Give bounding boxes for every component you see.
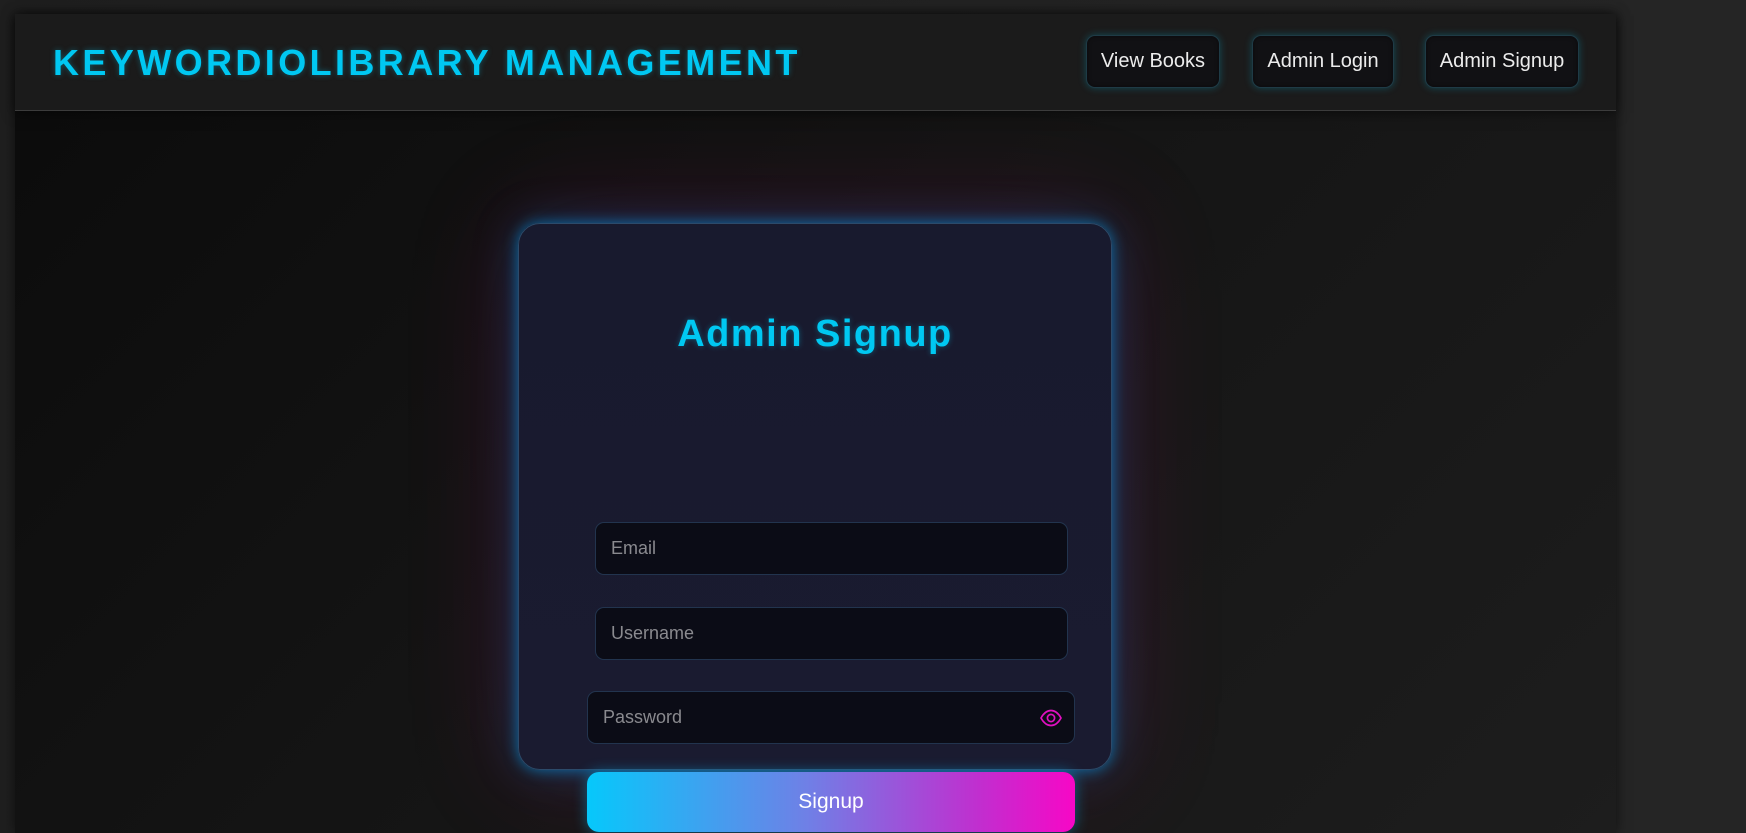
signup-title: Admin Signup: [677, 313, 953, 355]
username-input[interactable]: [595, 607, 1068, 660]
app-window: KEYWORDIOLIBRARY MANAGEMENT View Books A…: [15, 14, 1616, 833]
email-input[interactable]: [595, 522, 1068, 575]
page-margin: [1616, 0, 1746, 833]
site-brand-title: KEYWORDIOLIBRARY MANAGEMENT: [53, 42, 801, 83]
admin-signup-button[interactable]: Admin Signup: [1425, 35, 1579, 88]
admin-login-button[interactable]: Admin Login: [1252, 35, 1394, 88]
browser-viewport: KEYWORDIOLIBRARY MANAGEMENT View Books A…: [0, 0, 1746, 833]
signup-submit-button[interactable]: Signup: [587, 772, 1075, 832]
top-nav-bar: KEYWORDIOLIBRARY MANAGEMENT View Books A…: [15, 14, 1616, 111]
password-input[interactable]: [587, 691, 1075, 744]
eye-icon[interactable]: [1039, 706, 1063, 730]
view-books-button[interactable]: View Books: [1086, 35, 1220, 88]
signup-card: Admin Signup Signup: [518, 223, 1112, 832]
password-field-wrapper: [587, 691, 1075, 744]
